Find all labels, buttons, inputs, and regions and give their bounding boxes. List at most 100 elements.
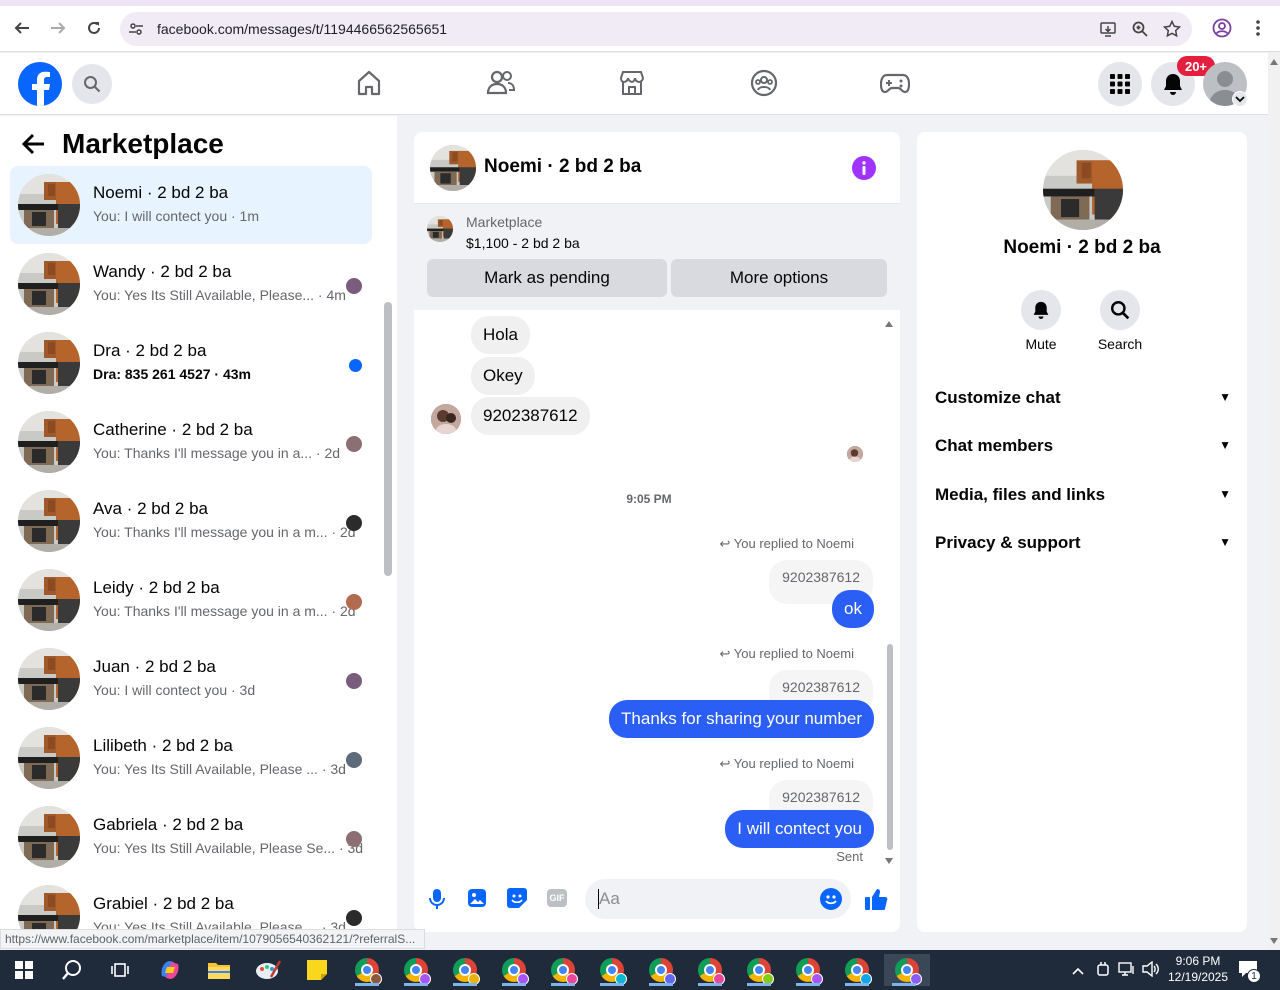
reload-button[interactable] (82, 16, 106, 40)
media-files-links-section[interactable]: Media, files and links ▼ (935, 485, 1231, 505)
scrollbar-thumb[interactable] (384, 302, 392, 576)
file-explorer-app[interactable] (199, 954, 239, 986)
taskbar-chrome-profile-2[interactable] (396, 954, 436, 986)
profile-button[interactable] (1210, 16, 1234, 40)
taskbar-chrome-profile-7[interactable] (641, 954, 681, 986)
taskbar-chrome-profile-5[interactable] (543, 954, 583, 986)
sticker-button[interactable] (506, 887, 528, 914)
back-button[interactable] (10, 16, 34, 40)
privacy-support-section[interactable]: Privacy & support ▼ (935, 533, 1231, 553)
search-in-chat-button[interactable] (1100, 290, 1140, 330)
scroll-up-arrow[interactable] (884, 315, 894, 333)
more-options-button[interactable]: More options (671, 259, 887, 297)
browser-menu-button[interactable] (1246, 16, 1270, 40)
install-app-icon[interactable] (1098, 19, 1118, 39)
nav-home[interactable] (353, 67, 385, 99)
account-chevron[interactable] (1232, 91, 1248, 107)
clock-date: 12/19/2025 (1167, 970, 1229, 984)
taskbar-chrome-profile-10[interactable] (788, 954, 828, 986)
conversation-item[interactable]: Ava · 2 bd 2 ba You: Thanks I'll message … (10, 482, 372, 560)
scroll-down-arrow[interactable] (884, 852, 894, 870)
gif-button[interactable]: GIF (547, 889, 567, 907)
chrome-icon (355, 958, 382, 985)
mute-button[interactable] (1021, 290, 1061, 330)
page-scrollbar[interactable] (1268, 53, 1280, 950)
taskbar-chrome-profile-6[interactable] (592, 954, 632, 986)
conversation-item[interactable]: Leidy · 2 bd 2 ba You: Thanks I'll messag… (10, 561, 372, 639)
chrome-icon (453, 958, 480, 985)
bookmark-star-icon[interactable] (1162, 19, 1182, 39)
emoji-button[interactable] (820, 888, 842, 910)
chat-avatar[interactable] (430, 145, 476, 191)
address-bar[interactable]: facebook.com/messages/t/1194466562565651 (120, 12, 1192, 46)
search-label: Search (1097, 336, 1143, 352)
sticky-note-icon (307, 960, 327, 980)
chat-title[interactable]: Noemi · 2 bd 2 ba (484, 156, 641, 178)
conversation-item[interactable]: Juan · 2 bd 2 ba You: I will contect you … (10, 640, 372, 718)
taskbar-chrome-active[interactable] (884, 954, 930, 986)
speaker-icon (1142, 960, 1159, 978)
sticky-notes-app[interactable] (297, 954, 337, 986)
taskbar-chrome-profile-8[interactable] (690, 954, 730, 986)
paint-app[interactable] (248, 954, 288, 986)
details-avatar[interactable] (1043, 150, 1123, 230)
taskbar-chrome-profile-9[interactable] (739, 954, 779, 986)
system-clock[interactable]: 9:06 PM 12/19/2025 (1166, 953, 1230, 985)
voice-clip-button[interactable] (427, 888, 447, 915)
conversation-item[interactable]: Catherine · 2 bd 2 ba You: Thanks I'll me… (10, 403, 372, 481)
conversation-thumbnail (18, 411, 80, 473)
zoom-icon[interactable] (1130, 19, 1150, 39)
site-info-icon[interactable] (126, 19, 146, 39)
read-receipt-avatar (346, 910, 362, 926)
taskbar-chrome-profile-11[interactable] (837, 954, 877, 986)
notification-center-button[interactable]: 1 (1238, 960, 1261, 983)
forward-button[interactable] (46, 16, 70, 40)
read-receipt-avatar (346, 752, 362, 768)
sender-avatar[interactable] (431, 404, 461, 434)
copilot-app[interactable] (150, 954, 190, 986)
conversation-item[interactable]: Gabriela · 2 bd 2 ba You: Yes Its Still A… (10, 798, 372, 876)
facebook-logo[interactable] (18, 62, 62, 106)
network-tray-icon[interactable] (1118, 961, 1136, 982)
tray-overflow-button[interactable] (1071, 963, 1085, 981)
customize-chat-section[interactable]: Customize chat ▼ (935, 388, 1231, 408)
back-arrow-button[interactable] (21, 133, 48, 157)
like-button[interactable] (864, 887, 888, 916)
nav-gaming[interactable] (879, 67, 911, 99)
reply-label: You replied to Noemi (733, 756, 854, 771)
menu-button[interactable] (1098, 62, 1142, 106)
nav-marketplace[interactable] (616, 67, 648, 99)
message-input[interactable]: Aa (585, 879, 851, 919)
chrome-icon (600, 958, 627, 985)
listing-thumbnail[interactable] (427, 216, 453, 242)
attach-photo-button[interactable] (467, 888, 487, 913)
timestamp-divider: 9:05 PM (626, 492, 672, 506)
nav-groups[interactable] (748, 67, 780, 99)
conversation-item[interactable]: Noemi · 2 bd 2 ba You: I will contect you… (10, 166, 372, 244)
start-button[interactable] (4, 954, 44, 986)
taskbar-chrome-profile-1[interactable] (347, 954, 387, 986)
thumbs-up-icon (865, 889, 888, 910)
gamepad-icon (880, 73, 910, 94)
conversation-item[interactable]: Wandy · 2 bd 2 ba You: Yes Its Still Avai… (10, 245, 372, 323)
search-button[interactable] (72, 64, 112, 104)
conversation-item[interactable]: Dra · 2 bd 2 ba Dra: 835 261 4527 · 43m (10, 324, 372, 402)
chat-header: Noemi · 2 bd 2 ba (414, 132, 900, 204)
chat-window: Noemi · 2 bd 2 ba Marketplace $1,100 - 2… (414, 132, 900, 932)
volume-tray-icon[interactable] (1142, 960, 1160, 982)
taskbar-search[interactable] (52, 954, 92, 986)
nav-friends[interactable] (485, 67, 517, 99)
panel-title: Marketplace (62, 128, 224, 159)
listing-price-title[interactable]: $1,100 - 2 bd 2 ba (466, 235, 580, 251)
taskbar-chrome-profile-3[interactable] (445, 954, 485, 986)
bell-icon (1164, 74, 1182, 95)
conversation-item[interactable]: Lilibeth · 2 bd 2 ba You: Yes Its Still A… (10, 719, 372, 797)
taskbar-chrome-profile-4[interactable] (494, 954, 534, 986)
tray-device-icon[interactable] (1096, 961, 1110, 982)
task-view-button[interactable] (100, 954, 140, 986)
facebook-f-icon (32, 71, 50, 106)
info-button[interactable] (852, 156, 876, 180)
chat-scrollbar-thumb[interactable] (887, 644, 893, 850)
mark-as-pending-button[interactable]: Mark as pending (427, 259, 667, 297)
chat-members-section[interactable]: Chat members ▼ (935, 436, 1231, 456)
